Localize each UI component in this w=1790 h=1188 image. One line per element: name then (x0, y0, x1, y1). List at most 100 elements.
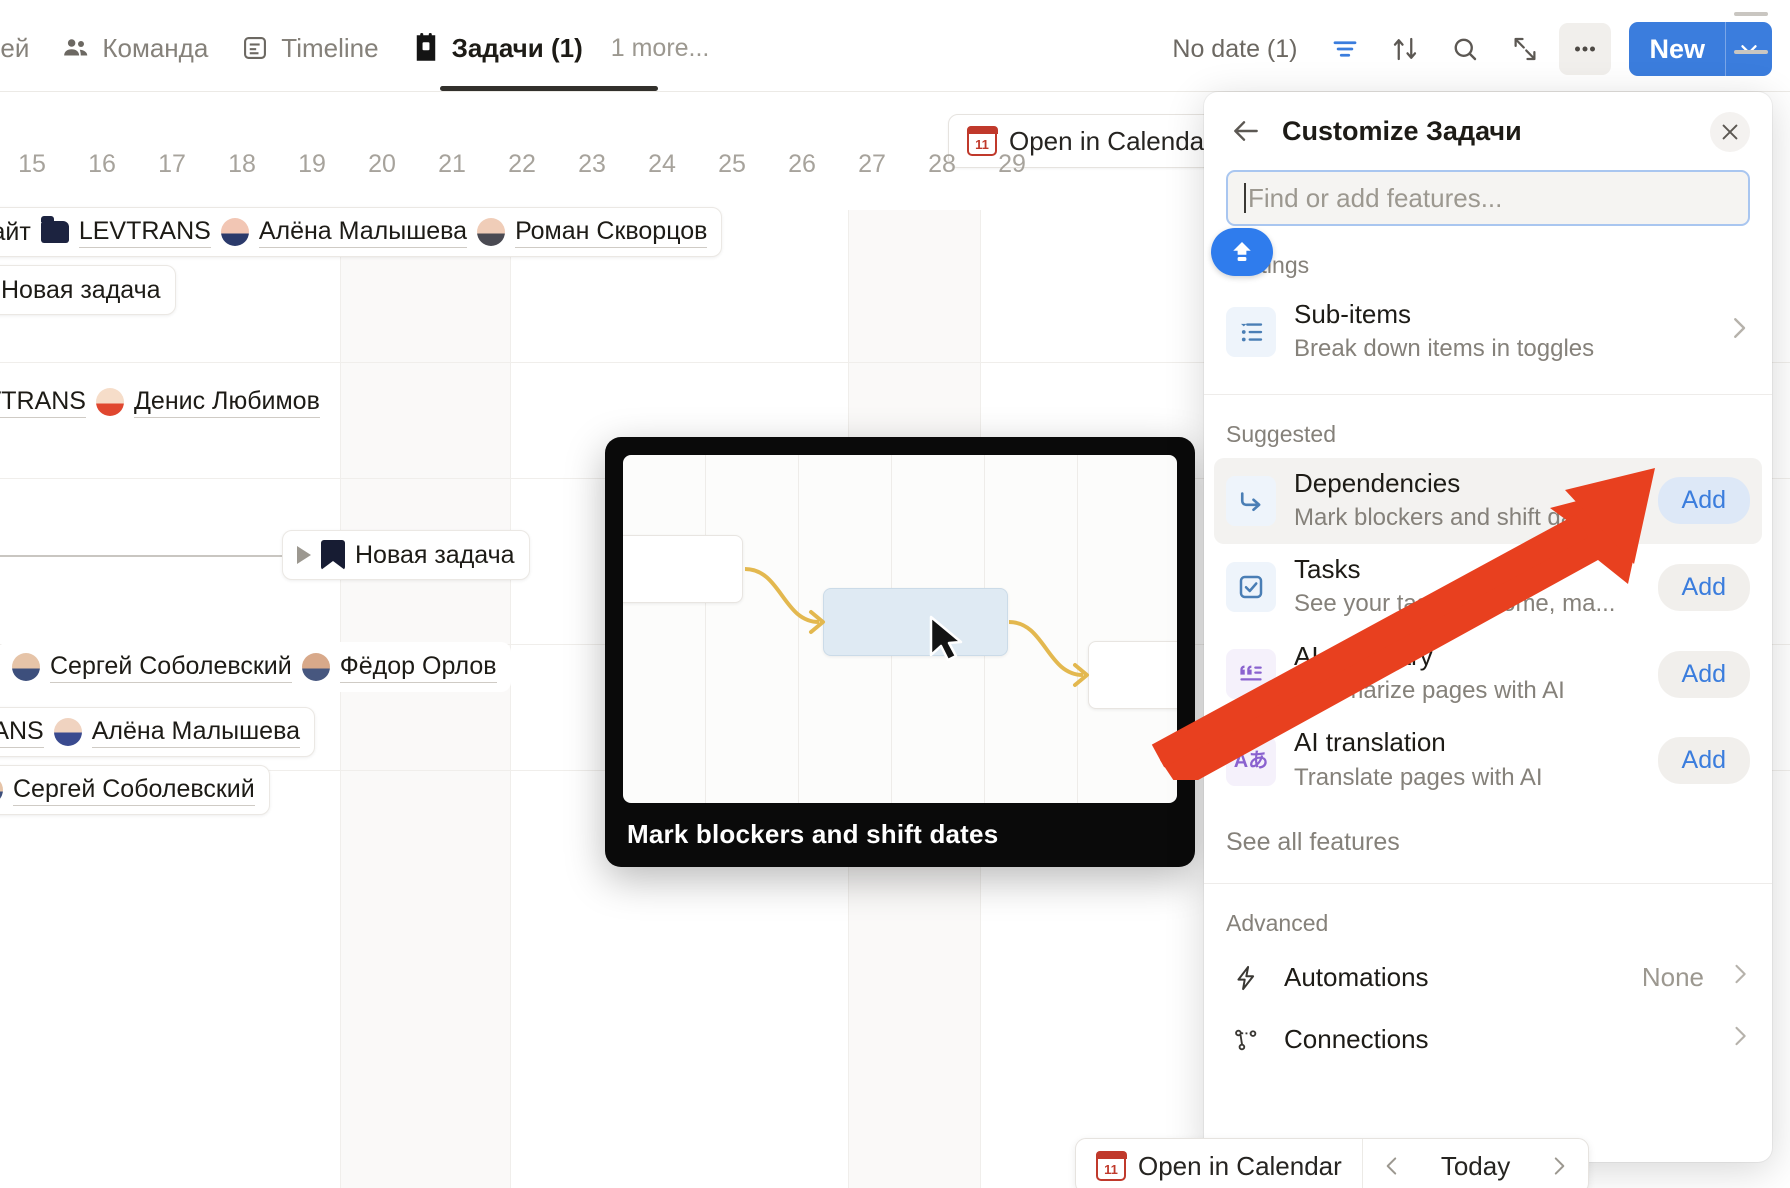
avatar (477, 218, 506, 246)
close-icon[interactable] (1710, 112, 1750, 152)
app-window: ней Команда Timeline Задачи (1) 1 (0, 0, 1790, 1188)
mouse-cursor-icon (929, 615, 963, 662)
advanced-row-connections[interactable]: Connections (1204, 1009, 1772, 1071)
tasks-check-icon (1226, 562, 1276, 613)
chip-title: Новая задача (1, 275, 161, 304)
page-title: Customize Задачи (1282, 115, 1522, 146)
today-button[interactable]: Today (1421, 1139, 1530, 1188)
advanced-value: None (1641, 962, 1704, 993)
timeline-task-chip[interactable]: Сергей Соболевский Фёдор Орлов (0, 642, 511, 692)
timeline-task-chip[interactable]: LEVTRANS Денис Любимов (0, 377, 334, 427)
add-button-ai-summary[interactable]: Add (1657, 650, 1750, 698)
preview-caption: Mark blockers and shift dates (627, 819, 999, 849)
day-header: 19 (298, 150, 326, 178)
tab-more-button[interactable]: 1 more... (599, 34, 710, 63)
avatar (220, 218, 249, 246)
chevron-right-icon[interactable] (1720, 313, 1750, 351)
day-header: 25 (718, 150, 746, 178)
panel-header: Customize Задачи (1204, 92, 1772, 170)
feature-subtitle: Translate pages with AI (1294, 763, 1543, 791)
section-label-advanced: Advanced (1226, 909, 1329, 936)
new-button-label: New (1629, 22, 1726, 76)
chevron-right-icon[interactable] (1722, 960, 1750, 996)
timeline-task-chip[interactable]: Новая задача (282, 530, 530, 580)
chip-title: сайт (0, 217, 31, 246)
view-tabs: ней Команда Timeline Задачи (1) 1 (0, 26, 709, 70)
tab-label: Timeline (281, 32, 379, 63)
top-tab-bar: ней Команда Timeline Задачи (1) 1 (0, 0, 1790, 92)
search-input[interactable]: Find or add features... (1226, 170, 1750, 226)
feature-text: Dependencies Mark blockers and shift dat… (1294, 468, 1640, 535)
dependency-connector (0, 555, 282, 557)
open-in-calendar-button[interactable]: 11 Open in Calendar (1076, 1139, 1362, 1188)
tab-label: Задачи (1) (451, 32, 583, 63)
search-icon[interactable] (1439, 23, 1491, 75)
active-tab-indicator (440, 86, 658, 91)
avatar (12, 653, 40, 681)
bookmark-icon (321, 540, 345, 570)
chip-project: LEVTRANS (0, 387, 86, 418)
feature-row-ai-translation[interactable]: Aあ AI translation Translate pages with A… (1204, 717, 1772, 804)
sort-icon[interactable] (1379, 23, 1431, 75)
avatar (95, 388, 124, 416)
feature-text: AI summary Summarize pages with AI (1294, 641, 1640, 708)
chip-person: Сергей Соболевский (50, 652, 292, 683)
add-button-dependencies[interactable]: Add (1657, 477, 1750, 525)
preview-dependency-arrows (744, 567, 1089, 687)
tab-timeline[interactable]: Timeline (224, 26, 394, 70)
view-toolbar: No date (1) New (1158, 22, 1772, 76)
advanced-row-automations[interactable]: Automations None (1204, 947, 1772, 1009)
tab-komanda[interactable]: Команда (45, 26, 224, 70)
section-label-settings: Settings (1204, 226, 1772, 289)
back-arrow-icon[interactable] (1226, 111, 1266, 151)
people-icon (61, 33, 91, 63)
filter-icon[interactable] (1319, 23, 1371, 75)
connections-icon (1226, 1026, 1266, 1054)
section-label-suggested: Suggested (1226, 420, 1336, 447)
feature-title: AI summary (1294, 640, 1433, 671)
tab-nei[interactable]: ней (0, 26, 45, 70)
see-all-features-link[interactable]: See all features (1204, 804, 1772, 883)
feature-subtitle: Summarize pages with AI (1294, 676, 1565, 704)
day-header: 26 (788, 150, 816, 178)
timeline-task-chip[interactable]: TRANS Алёна Малышева (0, 707, 315, 757)
next-period-button[interactable] (1530, 1139, 1588, 1188)
open-in-calendar-label: Open in Calendar (1138, 1150, 1342, 1181)
no-date-button[interactable]: No date (1) (1158, 35, 1311, 64)
ai-translation-icon: Aあ (1226, 735, 1276, 786)
tab-zadachi[interactable]: Задачи (1) (395, 26, 599, 70)
avatar (301, 653, 330, 681)
feature-title: Tasks (1294, 554, 1361, 585)
add-button-ai-translation[interactable]: Add (1657, 737, 1750, 785)
feature-row-sub-items[interactable]: Sub-items Break down items in toggles (1204, 289, 1772, 376)
folder-icon (40, 216, 69, 243)
add-button-tasks[interactable]: Add (1657, 563, 1750, 611)
customize-panel: Customize Задачи Find or add features...… (1204, 92, 1772, 1162)
feature-text: AI translation Translate pages with AI (1294, 727, 1640, 794)
feature-row-ai-summary[interactable]: AI summary Summarize pages with AI Add (1204, 631, 1772, 718)
day-header: 18 (228, 150, 256, 178)
chevron-right-icon[interactable] (1722, 1022, 1750, 1058)
chevron-down-icon[interactable] (1726, 22, 1772, 76)
timeline-task-chip[interactable]: Сергей Соболевский (0, 765, 270, 815)
feature-preview-card: Mark blockers and shift dates (605, 437, 1195, 867)
prev-period-button[interactable] (1363, 1139, 1421, 1188)
timeline-task-chip[interactable]: Новая задача (0, 265, 176, 315)
upgrade-icon[interactable] (1211, 228, 1273, 276)
day-header: 15 (18, 150, 46, 178)
feature-row-dependencies[interactable]: Dependencies Mark blockers and shift dat… (1214, 457, 1762, 545)
grid-vline (510, 210, 511, 1188)
day-header: 17 (158, 150, 186, 178)
expand-triangle-icon[interactable] (297, 546, 311, 564)
more-horizontal-icon[interactable] (1559, 23, 1612, 75)
feature-subtitle: Mark blockers and shift dates (1294, 503, 1607, 531)
new-button[interactable]: New (1629, 22, 1772, 76)
timeline-task-chip[interactable]: сайт LEVTRANS Алёна Малышева Роман Сквор… (0, 207, 723, 257)
search-field-wrapper: Find or add features... (1204, 170, 1772, 226)
ai-summary-icon (1226, 649, 1276, 700)
chip-person: Алёна Малышева (258, 217, 468, 248)
feature-title: Dependencies (1294, 467, 1461, 498)
expand-icon[interactable] (1499, 23, 1551, 75)
feature-row-tasks[interactable]: Tasks See your tasks in Home, ma... Add (1204, 544, 1772, 631)
advanced-label: Connections (1284, 1024, 1429, 1055)
